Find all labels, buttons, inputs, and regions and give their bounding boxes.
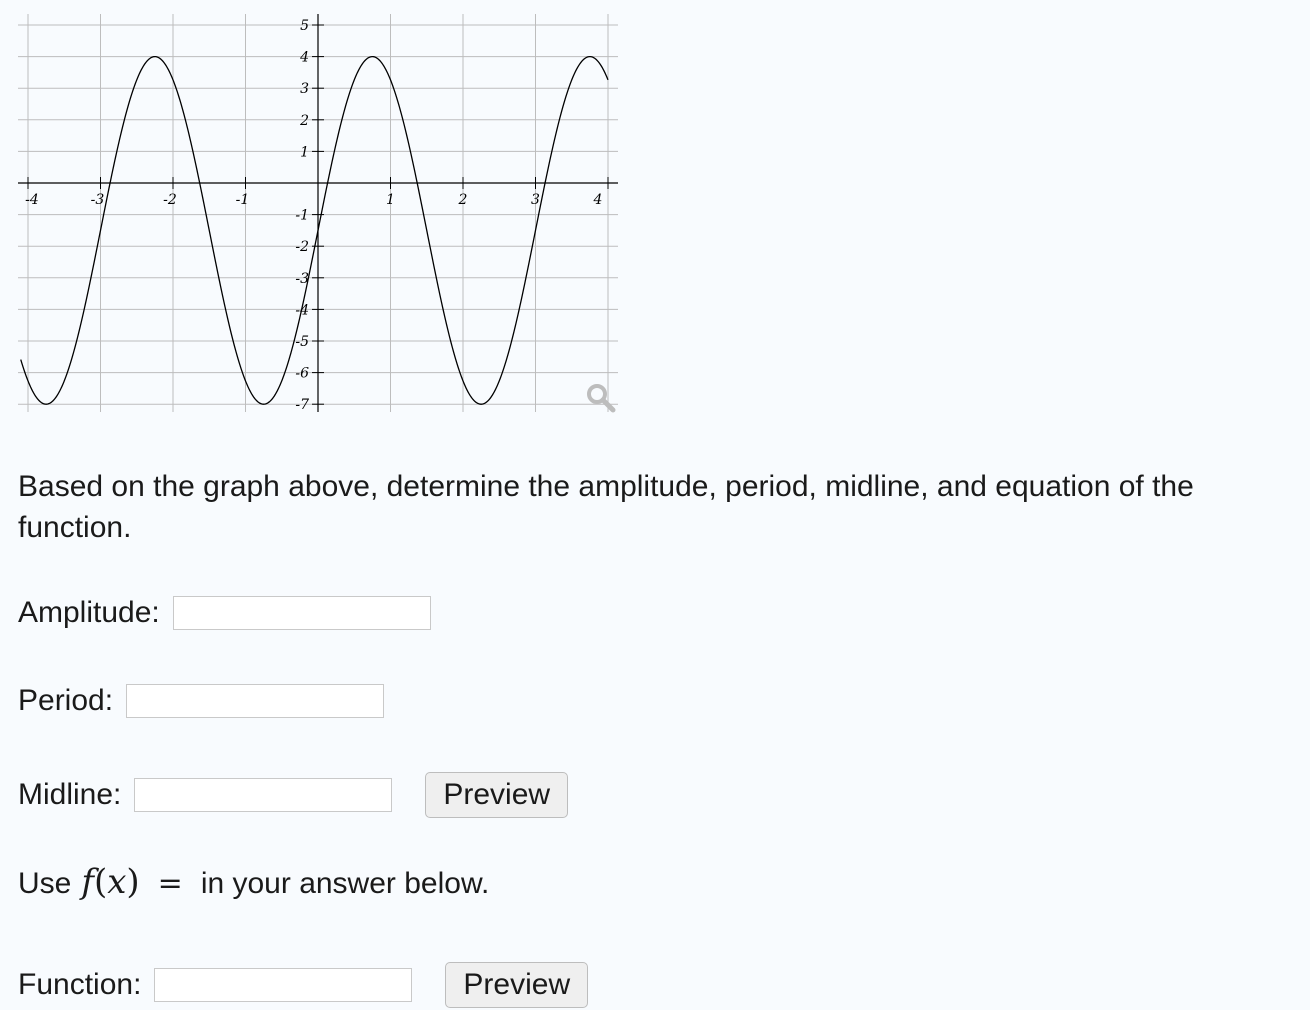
function-input[interactable] [154,968,413,1002]
graph-svg: -4 -3 -2 -1 1 2 3 4 5 4 3 2 1 -1 -2 -3 -4 -5 -6 -7 [18,14,618,413]
math-equals: = [157,866,183,901]
amplitude-row: Amplitude: [18,596,431,630]
amplitude-input[interactable] [172,596,431,630]
function-row: Function: Preview [18,962,589,1008]
y-tick-label: -5 [295,334,309,350]
x-tick-label: -3 [91,192,105,208]
math-paren-open: ( [93,862,108,902]
function-preview-button[interactable]: Preview [445,962,589,1008]
amplitude-label: Amplitude: [18,596,160,629]
sine-curve [20,55,609,405]
x-tick-label: -4 [25,192,39,208]
y-tick-label: 4 [299,50,309,66]
y-tick-label: -2 [295,239,309,255]
function-label: Function: [18,968,142,1001]
sine-curve-path [20,55,609,405]
y-tick-label: 3 [300,81,309,97]
function-graph: -4 -3 -2 -1 1 2 3 4 5 4 3 2 1 -1 -2 -3 -4 -5 -6 -7 [0,0,640,420]
midline-label: Midline: [18,778,122,811]
question-prompt: Based on the graph above, determine the … [18,470,1194,544]
period-row: Period: [18,684,385,718]
midline-row: Midline: Preview [18,772,569,818]
x-tick-label: 2 [458,192,468,208]
y-tick-label: 2 [299,113,309,129]
tick-labels: -4 -3 -2 -1 1 2 3 4 5 4 3 2 1 -1 -2 -3 -4 -5 -6 -7 [25,18,602,413]
y-tick-label: -1 [295,208,309,224]
midline-input[interactable] [134,778,393,812]
axes [18,14,618,412]
math-paren-close: ) [126,862,140,902]
period-input[interactable] [126,684,385,718]
use-word: Use [18,867,72,900]
function-notation: f(x) [81,862,139,902]
x-tick-label: 1 [386,192,395,208]
x-tick-label: 4 [593,192,603,208]
period-label: Period: [18,684,114,717]
midline-preview-button[interactable]: Preview [425,772,569,818]
y-tick-label: 5 [300,18,309,34]
x-tick-label: -1 [236,192,250,208]
y-tick-label: -6 [295,366,309,382]
x-tick-label: 3 [531,192,540,208]
math-f: f [81,862,94,902]
y-tick-label: 1 [300,144,309,160]
x-tick-label: -2 [163,192,177,208]
usage-instruction: Use f(x) = in your answer below. [18,862,489,902]
magnifier-icon[interactable] [585,382,617,414]
y-tick-label: -3 [295,271,309,287]
math-x: x [107,862,127,902]
y-tick-label: -4 [295,302,309,318]
instruction-rest: in your answer below. [200,867,490,900]
y-tick-label: -7 [295,397,309,413]
